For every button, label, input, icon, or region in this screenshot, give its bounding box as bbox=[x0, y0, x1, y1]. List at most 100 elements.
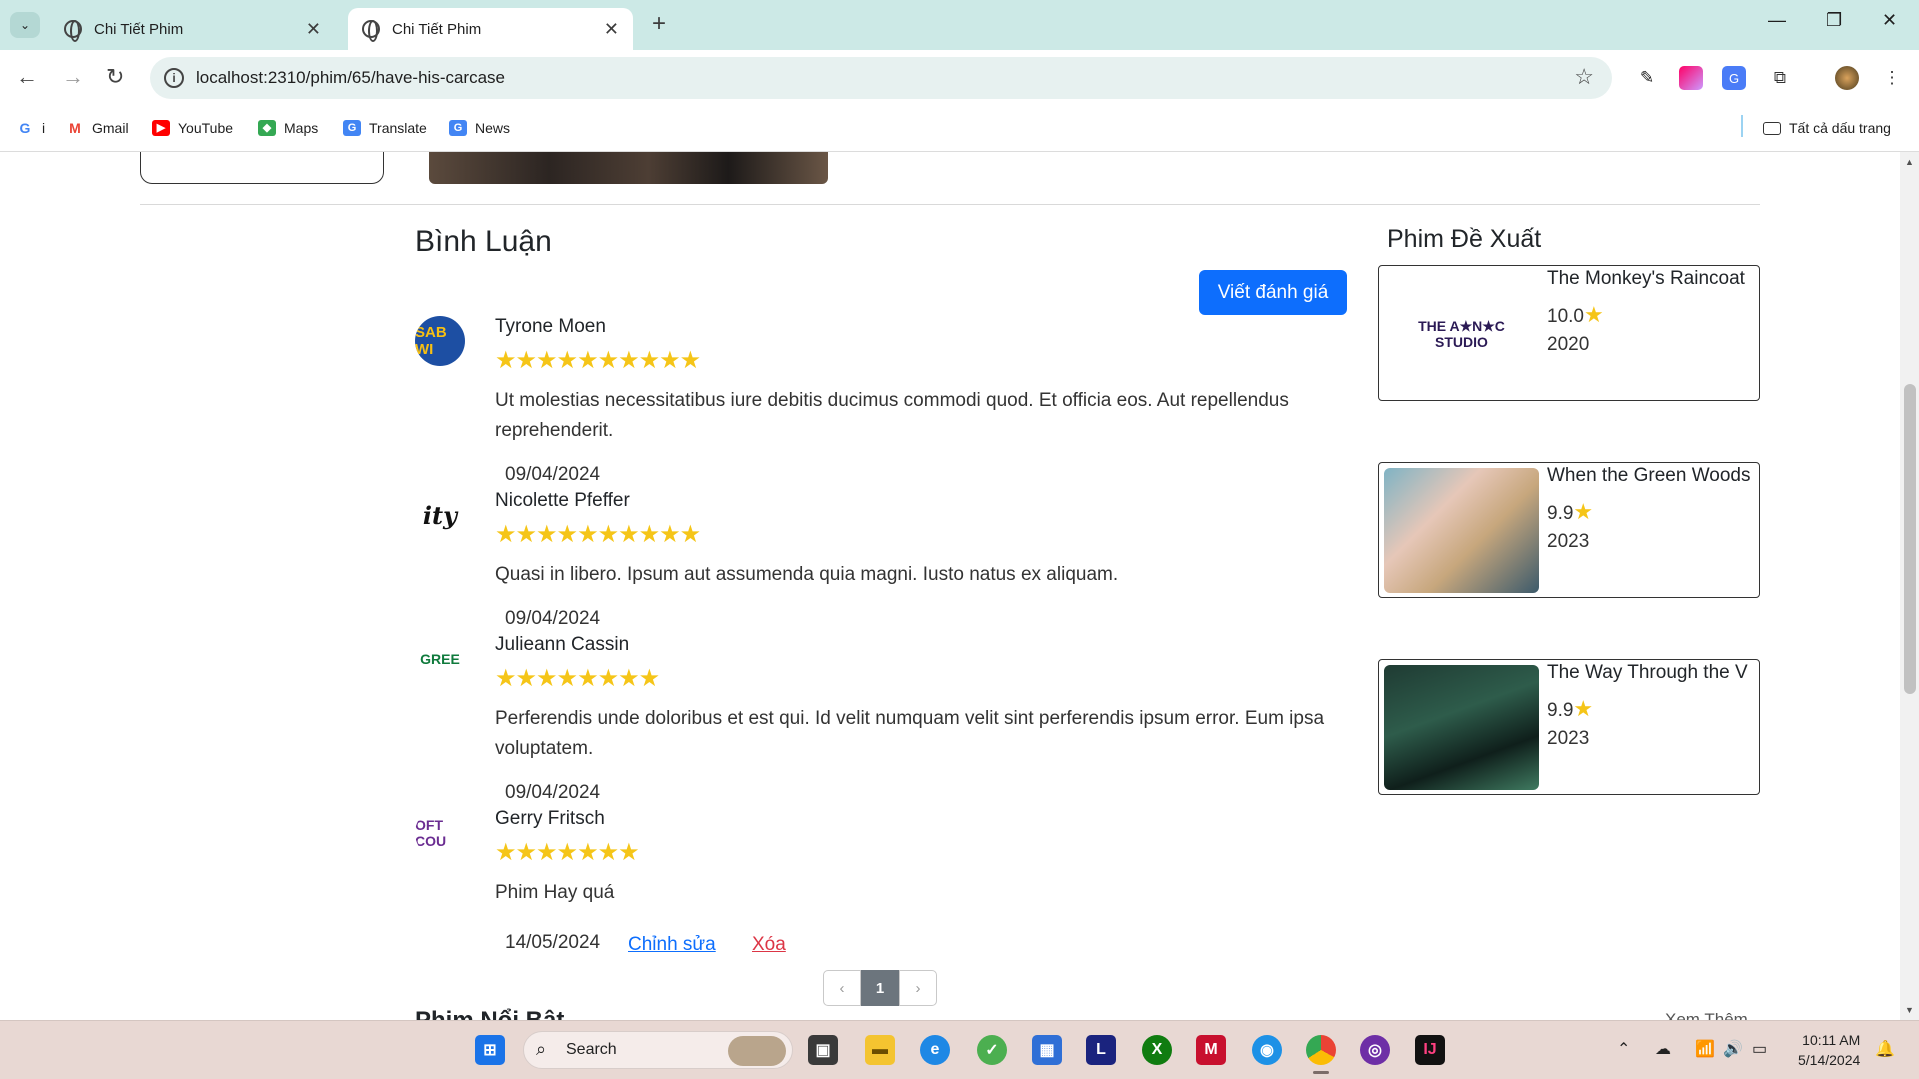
bookmark-translate[interactable]: G Translate bbox=[343, 120, 427, 136]
star-rating: ★★★★★★★★★★ bbox=[495, 347, 701, 374]
task-view-icon[interactable]: ▣ bbox=[808, 1035, 838, 1065]
bookmark-maps[interactable]: ◆ Maps bbox=[258, 120, 318, 136]
tab-title: Chi Tiết Phim bbox=[392, 20, 482, 38]
star-rating: ★★★★★★★★ bbox=[495, 665, 660, 692]
pagination: ‹ 1 › bbox=[823, 970, 937, 1006]
extensions-puzzle-icon[interactable]: ⧉ bbox=[1768, 66, 1792, 90]
star-rating: ★★★★★★★★★★ bbox=[495, 521, 701, 548]
url-text[interactable]: localhost:2310/phim/65/have-his-carcase bbox=[196, 68, 505, 88]
close-tab-icon[interactable]: ✕ bbox=[604, 19, 619, 40]
windows-start-icon[interactable]: ⊞ bbox=[475, 1035, 505, 1065]
avatar: GREE bbox=[415, 634, 465, 684]
movie-title[interactable]: When the Green Woods bbox=[1547, 465, 1759, 487]
pagination-next-button[interactable]: › bbox=[899, 970, 937, 1006]
see-more-link[interactable]: Xem Thêm bbox=[1665, 1010, 1748, 1020]
minimize-icon[interactable]: — bbox=[1768, 10, 1786, 31]
scroll-up-arrow-icon[interactable]: ▲ bbox=[1905, 157, 1914, 167]
movie-year: 2020 bbox=[1547, 334, 1590, 355]
address-bar[interactable]: i localhost:2310/phim/65/have-his-carcas… bbox=[150, 57, 1612, 99]
browser-tab[interactable]: Chi Tiết Phim ✕ bbox=[50, 8, 335, 50]
bookmark-label: Translate bbox=[369, 120, 427, 136]
restore-icon[interactable]: ❐ bbox=[1826, 10, 1842, 31]
kebab-menu-icon[interactable]: ⋮ bbox=[1880, 66, 1904, 90]
volume-icon[interactable]: 🔊 bbox=[1723, 1039, 1743, 1059]
rating-value: 9.9 bbox=[1547, 503, 1574, 524]
bookmark-youtube[interactable]: ▶ YouTube bbox=[152, 120, 233, 136]
commenter-name: Nicolette Pfeffer bbox=[495, 490, 630, 511]
taskbar-search[interactable]: ⌕ Search bbox=[523, 1031, 793, 1069]
file-explorer-icon[interactable]: ▬ bbox=[865, 1035, 895, 1065]
section-divider bbox=[140, 204, 1760, 205]
avatar-text: GREE bbox=[420, 651, 460, 667]
wifi-icon[interactable]: 📶 bbox=[1695, 1039, 1715, 1059]
xbox-icon[interactable]: X bbox=[1142, 1035, 1172, 1065]
scroll-down-arrow-icon[interactable]: ▼ bbox=[1905, 1005, 1914, 1015]
star-icon: ★ bbox=[1573, 499, 1594, 524]
movie-title[interactable]: The Monkey's Raincoat bbox=[1547, 268, 1759, 290]
suggested-movie-card[interactable]: THE A★N★C STUDIO The Monkey's Raincoat 1… bbox=[1378, 265, 1760, 401]
poster-text: THE A★N★C STUDIO bbox=[1418, 317, 1505, 350]
profile-avatar[interactable] bbox=[1835, 66, 1859, 90]
star-icon: ★ bbox=[1583, 302, 1604, 327]
back-arrow-icon[interactable]: ← bbox=[16, 64, 38, 90]
color-extension-icon[interactable] bbox=[1679, 66, 1703, 90]
show-hidden-icons-chevron-icon[interactable]: ⌃ bbox=[1617, 1039, 1630, 1059]
featured-movies-title: Phim Nổi Bật bbox=[415, 1007, 564, 1020]
chrome-icon[interactable] bbox=[1306, 1035, 1336, 1065]
system-clock[interactable]: 10:11 AM 5/14/2024 bbox=[1798, 1030, 1860, 1070]
tab-search-chevron-icon[interactable]: ⌄ bbox=[10, 12, 40, 38]
edge-icon[interactable]: e bbox=[920, 1035, 950, 1065]
movie-poster: THE A★N★C STUDIO bbox=[1384, 271, 1539, 396]
mcafee-icon[interactable]: M bbox=[1196, 1035, 1226, 1065]
store-icon[interactable]: ▦ bbox=[1032, 1035, 1062, 1065]
edit-comment-link[interactable]: Chỉnh sửa bbox=[628, 934, 716, 956]
reload-icon[interactable]: ↻ bbox=[106, 64, 124, 90]
all-bookmarks[interactable]: Tất cả dấu trang bbox=[1763, 120, 1891, 136]
google-icon: G bbox=[16, 120, 34, 136]
translate-extension-icon[interactable]: G bbox=[1722, 66, 1746, 90]
bookmark-news[interactable]: G News bbox=[449, 120, 510, 136]
bookmarks-bar: G i M Gmail ▶ YouTube ◆ Maps G Translate… bbox=[0, 108, 1919, 152]
bookmark-label: i bbox=[42, 120, 46, 136]
github-desktop-icon[interactable]: ◎ bbox=[1360, 1035, 1390, 1065]
close-tab-icon[interactable]: ✕ bbox=[306, 19, 321, 40]
movie-rating: 9.9★ bbox=[1547, 499, 1593, 525]
suggested-movie-card[interactable]: When the Green Woods 9.9★ 2023 bbox=[1378, 462, 1760, 598]
search-label: Search bbox=[566, 1041, 617, 1058]
forward-arrow-icon[interactable]: → bbox=[62, 64, 84, 90]
movie-title[interactable]: The Way Through the V bbox=[1547, 662, 1759, 684]
new-tab-button[interactable]: + bbox=[652, 10, 666, 38]
site-info-icon[interactable]: i bbox=[164, 68, 184, 88]
write-review-button[interactable]: Viết đánh giá bbox=[1199, 270, 1347, 315]
comment-date: 09/04/2024 bbox=[505, 782, 601, 803]
comment-text: Ut molestias necessitatibus iure debitis… bbox=[495, 390, 1289, 441]
bookmark-label: YouTube bbox=[178, 120, 234, 136]
browser-tab-active[interactable]: Chi Tiết Phim ✕ bbox=[348, 8, 633, 50]
commenter-name: Tyrone Moen bbox=[495, 316, 606, 337]
movie-rating: 10.0★ bbox=[1547, 302, 1604, 328]
delete-comment-link[interactable]: Xóa bbox=[752, 934, 786, 956]
rating-value: 9.9 bbox=[1547, 700, 1574, 721]
cloud-icon[interactable]: ☁ bbox=[1655, 1039, 1671, 1059]
notification-bell-icon[interactable]: 🔔 bbox=[1875, 1039, 1895, 1059]
bookmark-gmail[interactable]: M Gmail bbox=[66, 120, 129, 136]
movie-year: 2023 bbox=[1547, 531, 1590, 552]
comment-item: SAB WI Tyrone Moen ★★★★★★★★★★ Ut molesti… bbox=[415, 316, 1345, 441]
l-app-icon[interactable]: L bbox=[1086, 1035, 1116, 1065]
bookmark-google[interactable]: G i bbox=[16, 120, 45, 136]
page-scrollbar[interactable]: ▲ ▼ bbox=[1900, 152, 1919, 1020]
windows-taskbar: ⊞ ⌕ Search ▣ ▬ e ✓ ▦ L X M ◉ ◎ IJ ⌃ ☁ 📶 … bbox=[0, 1020, 1919, 1079]
bookmark-star-icon[interactable]: ☆ bbox=[1574, 64, 1594, 90]
app-icon[interactable]: ✓ bbox=[977, 1035, 1007, 1065]
intellij-icon[interactable]: IJ bbox=[1415, 1035, 1445, 1065]
eyedropper-extension-icon[interactable]: ✎ bbox=[1635, 66, 1659, 90]
docker-icon[interactable]: ◉ bbox=[1252, 1035, 1282, 1065]
scrollbar-thumb[interactable] bbox=[1904, 384, 1916, 694]
pagination-prev-button[interactable]: ‹ bbox=[823, 970, 861, 1006]
pagination-page-button[interactable]: 1 bbox=[861, 970, 899, 1006]
battery-icon[interactable]: ▭ bbox=[1752, 1039, 1767, 1059]
suggested-movie-card[interactable]: The Way Through the V 9.9★ 2023 bbox=[1378, 659, 1760, 795]
avatar: OFT COU bbox=[415, 808, 465, 858]
folder-icon bbox=[1763, 121, 1781, 135]
window-close-icon[interactable]: ✕ bbox=[1882, 10, 1897, 31]
